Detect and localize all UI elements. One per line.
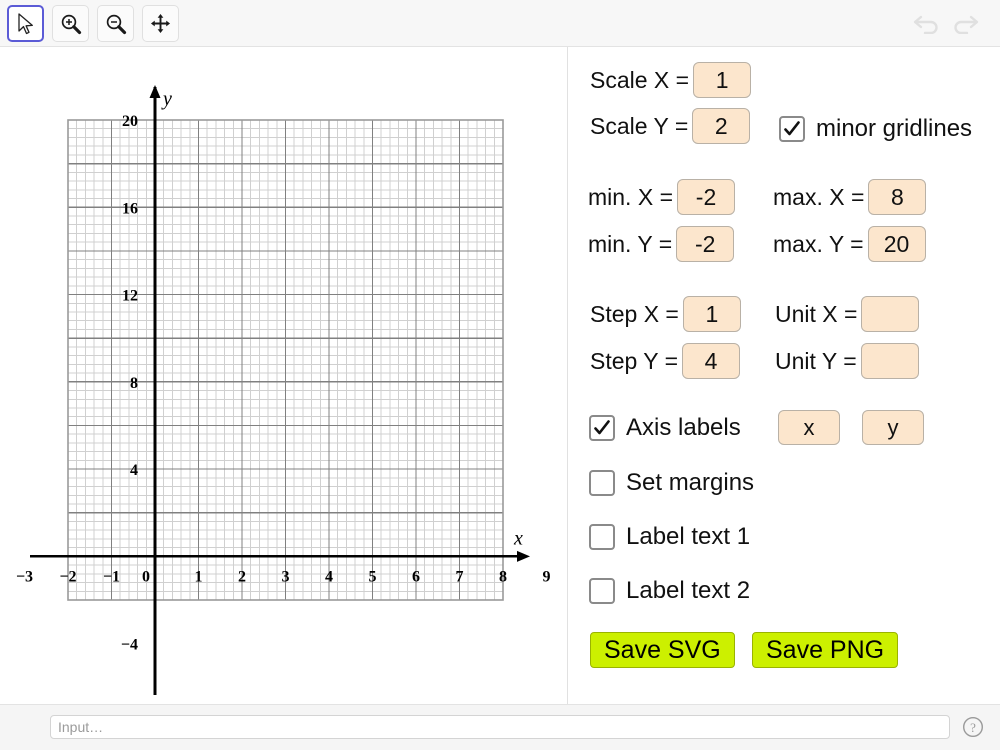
magnifier-plus-icon bbox=[60, 13, 82, 35]
svg-text:12: 12 bbox=[122, 288, 138, 305]
svg-text:?: ? bbox=[970, 720, 976, 735]
label-text-2-label: Label text 2 bbox=[626, 577, 750, 605]
step-x-row: Step X = 1 bbox=[590, 296, 741, 332]
svg-text:x: x bbox=[513, 527, 523, 549]
magnifier-minus-icon bbox=[105, 13, 127, 35]
svg-text:1: 1 bbox=[195, 568, 203, 585]
graph-canvas[interactable]: −3−2−10123456789−448121620 xy bbox=[0, 47, 567, 704]
unit-x-row: Unit X = bbox=[775, 296, 919, 332]
undo-button[interactable] bbox=[910, 9, 944, 39]
label-text-1-row: Label text 1 bbox=[589, 523, 750, 551]
minor-gridlines-label: minor gridlines bbox=[816, 115, 972, 143]
undo-arrow-icon bbox=[912, 10, 942, 39]
label-text-2-row: Label text 2 bbox=[589, 577, 750, 605]
axis-labels-row: Axis labels bbox=[589, 414, 741, 442]
max-y-label: max. Y = bbox=[773, 231, 864, 258]
svg-text:−3: −3 bbox=[16, 568, 33, 585]
axis-labels-label: Axis labels bbox=[626, 414, 741, 442]
redo-button[interactable] bbox=[948, 9, 982, 39]
save-png-button[interactable]: Save PNG bbox=[752, 632, 898, 668]
svg-text:−2: −2 bbox=[59, 568, 76, 585]
scale-y-label: Scale Y = bbox=[590, 113, 688, 140]
minor-gridlines-checkbox[interactable] bbox=[779, 116, 805, 142]
redo-arrow-icon bbox=[950, 10, 980, 39]
set-margins-label: Set margins bbox=[626, 469, 754, 497]
max-y-row: max. Y = 20 bbox=[773, 226, 926, 262]
unit-x-input[interactable] bbox=[861, 296, 919, 332]
min-y-label: min. Y = bbox=[588, 231, 672, 258]
scale-x-input[interactable]: 1 bbox=[693, 62, 751, 98]
axis-label-x-wrap: x bbox=[778, 410, 840, 445]
step-y-input[interactable]: 4 bbox=[682, 343, 740, 379]
svg-text:9: 9 bbox=[543, 568, 551, 585]
step-x-label: Step X = bbox=[590, 301, 679, 328]
zoom-in-tool-button[interactable] bbox=[52, 5, 89, 42]
command-input-placeholder: Input… bbox=[58, 719, 103, 735]
axes-group bbox=[30, 85, 530, 695]
svg-text:−1: −1 bbox=[103, 568, 120, 585]
svg-text:7: 7 bbox=[456, 568, 464, 585]
svg-text:4: 4 bbox=[130, 462, 138, 479]
select-tool-button[interactable] bbox=[7, 5, 44, 42]
settings-panel: Scale X = 1 Scale Y = 2 minor gridlines … bbox=[568, 47, 1000, 704]
max-x-input[interactable]: 8 bbox=[868, 179, 926, 215]
checkmark-icon bbox=[782, 119, 802, 139]
zoom-out-tool-button[interactable] bbox=[97, 5, 134, 42]
svg-text:20: 20 bbox=[122, 113, 138, 130]
min-y-row: min. Y = -2 bbox=[588, 226, 734, 262]
max-x-row: max. X = 8 bbox=[773, 179, 926, 215]
step-y-label: Step Y = bbox=[590, 348, 678, 375]
svg-text:8: 8 bbox=[499, 568, 507, 585]
coordinate-grid: −3−2−10123456789−448121620 xy bbox=[0, 47, 567, 704]
min-x-row: min. X = -2 bbox=[588, 179, 735, 215]
axis-label-x-input[interactable]: x bbox=[778, 410, 840, 445]
move-arrows-icon bbox=[150, 13, 171, 34]
set-margins-checkbox[interactable] bbox=[589, 470, 615, 496]
label-text-1-label: Label text 1 bbox=[626, 523, 750, 551]
toolbar bbox=[0, 0, 1000, 47]
label-text-1-checkbox[interactable] bbox=[589, 524, 615, 550]
svg-text:2: 2 bbox=[238, 568, 246, 585]
svg-text:0: 0 bbox=[142, 568, 150, 585]
minor-gridlines-row: minor gridlines bbox=[779, 115, 972, 143]
svg-text:8: 8 bbox=[130, 375, 138, 392]
svg-text:3: 3 bbox=[282, 568, 290, 585]
label-text-2-checkbox[interactable] bbox=[589, 578, 615, 604]
svg-text:6: 6 bbox=[412, 568, 420, 585]
command-input[interactable]: Input… bbox=[50, 715, 950, 739]
step-x-input[interactable]: 1 bbox=[683, 296, 741, 332]
question-mark-circle-icon[interactable]: ? bbox=[962, 716, 984, 738]
unit-y-row: Unit Y = bbox=[775, 343, 919, 379]
unit-y-input[interactable] bbox=[861, 343, 919, 379]
pan-tool-button[interactable] bbox=[142, 5, 179, 42]
min-y-input[interactable]: -2 bbox=[676, 226, 734, 262]
max-y-input[interactable]: 20 bbox=[868, 226, 926, 262]
svg-text:16: 16 bbox=[122, 200, 138, 217]
step-y-row: Step Y = 4 bbox=[590, 343, 740, 379]
svg-text:5: 5 bbox=[369, 568, 377, 585]
svg-text:4: 4 bbox=[325, 568, 333, 585]
scale-y-row: Scale Y = 2 bbox=[590, 108, 750, 144]
checkmark-icon bbox=[592, 418, 612, 438]
axis-labels-checkbox[interactable] bbox=[589, 415, 615, 441]
major-gridlines-group bbox=[68, 120, 503, 600]
axis-label-y-wrap: y bbox=[862, 410, 924, 445]
scale-x-label: Scale X = bbox=[590, 67, 689, 94]
scale-x-row: Scale X = 1 bbox=[590, 62, 751, 98]
unit-x-label: Unit X = bbox=[775, 301, 857, 328]
save-svg-button[interactable]: Save SVG bbox=[590, 632, 735, 668]
scale-y-input[interactable]: 2 bbox=[692, 108, 750, 144]
cursor-arrow-icon bbox=[16, 13, 36, 35]
set-margins-row: Set margins bbox=[589, 469, 754, 497]
min-x-input[interactable]: -2 bbox=[677, 179, 735, 215]
axis-label-y-input[interactable]: y bbox=[862, 410, 924, 445]
min-x-label: min. X = bbox=[588, 184, 673, 211]
tick-labels-group: −3−2−10123456789−448121620 bbox=[16, 113, 551, 654]
max-x-label: max. X = bbox=[773, 184, 864, 211]
svg-text:−4: −4 bbox=[121, 637, 138, 654]
unit-y-label: Unit Y = bbox=[775, 348, 857, 375]
svg-text:y: y bbox=[161, 88, 172, 110]
